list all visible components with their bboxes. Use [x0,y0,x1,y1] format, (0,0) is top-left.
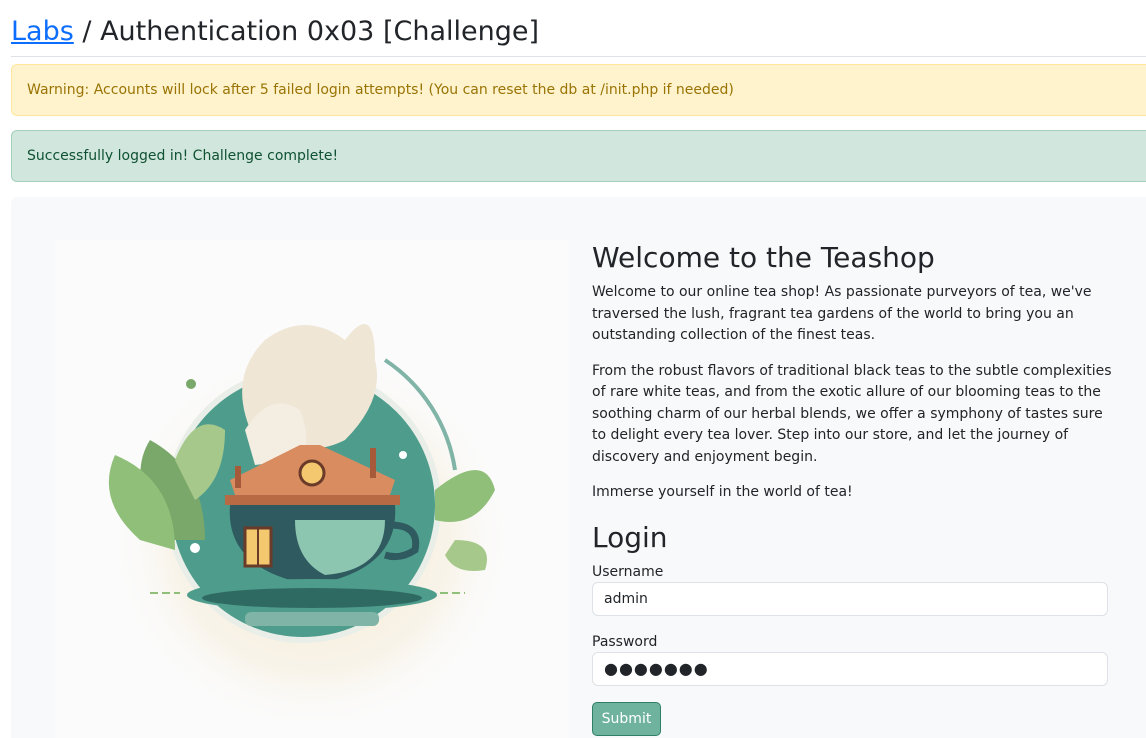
welcome-title: Welcome to the Teashop [592,241,935,274]
flavors-paragraph: From the robust flavors of traditional b… [592,362,1112,465]
success-alert: Successfully logged in! Challenge comple… [11,130,1146,182]
submit-button[interactable]: Submit [592,701,661,736]
login-title: Login [592,520,668,554]
labs-link[interactable]: Labs [11,16,74,47]
username-label: Username [592,563,664,580]
warning-alert-text: Warning: Accounts will lock after 5 fail… [27,82,734,98]
header-divider [11,56,1146,57]
page-title: Authentication 0x03 [Challenge] [100,16,539,47]
teashop-illustration [55,240,569,738]
warning-alert: Warning: Accounts will lock after 5 fail… [11,64,1146,116]
main-content: Welcome to the Teashop Welcome to our on… [592,238,1112,736]
success-alert-text: Successfully logged in! Challenge comple… [27,148,339,164]
intro-paragraph: Welcome to our online tea shop! As passi… [592,284,1092,343]
username-value: admin [604,590,648,607]
password-field-group: Password ●●●●●●● [592,632,1112,686]
page-header: Labs / Authentication 0x03 [Challenge] [11,12,1146,52]
password-input[interactable]: ●●●●●●● [592,651,1108,686]
teapot-house-image [108,324,512,730]
breadcrumb-separator: / [73,16,101,47]
username-input[interactable]: admin [592,581,1108,616]
immerse-paragraph: Immerse yourself in the world of tea! [592,484,853,500]
username-field-group: Username admin [592,562,1112,616]
password-value: ●●●●●●● [604,659,709,678]
password-label: Password [592,633,658,650]
